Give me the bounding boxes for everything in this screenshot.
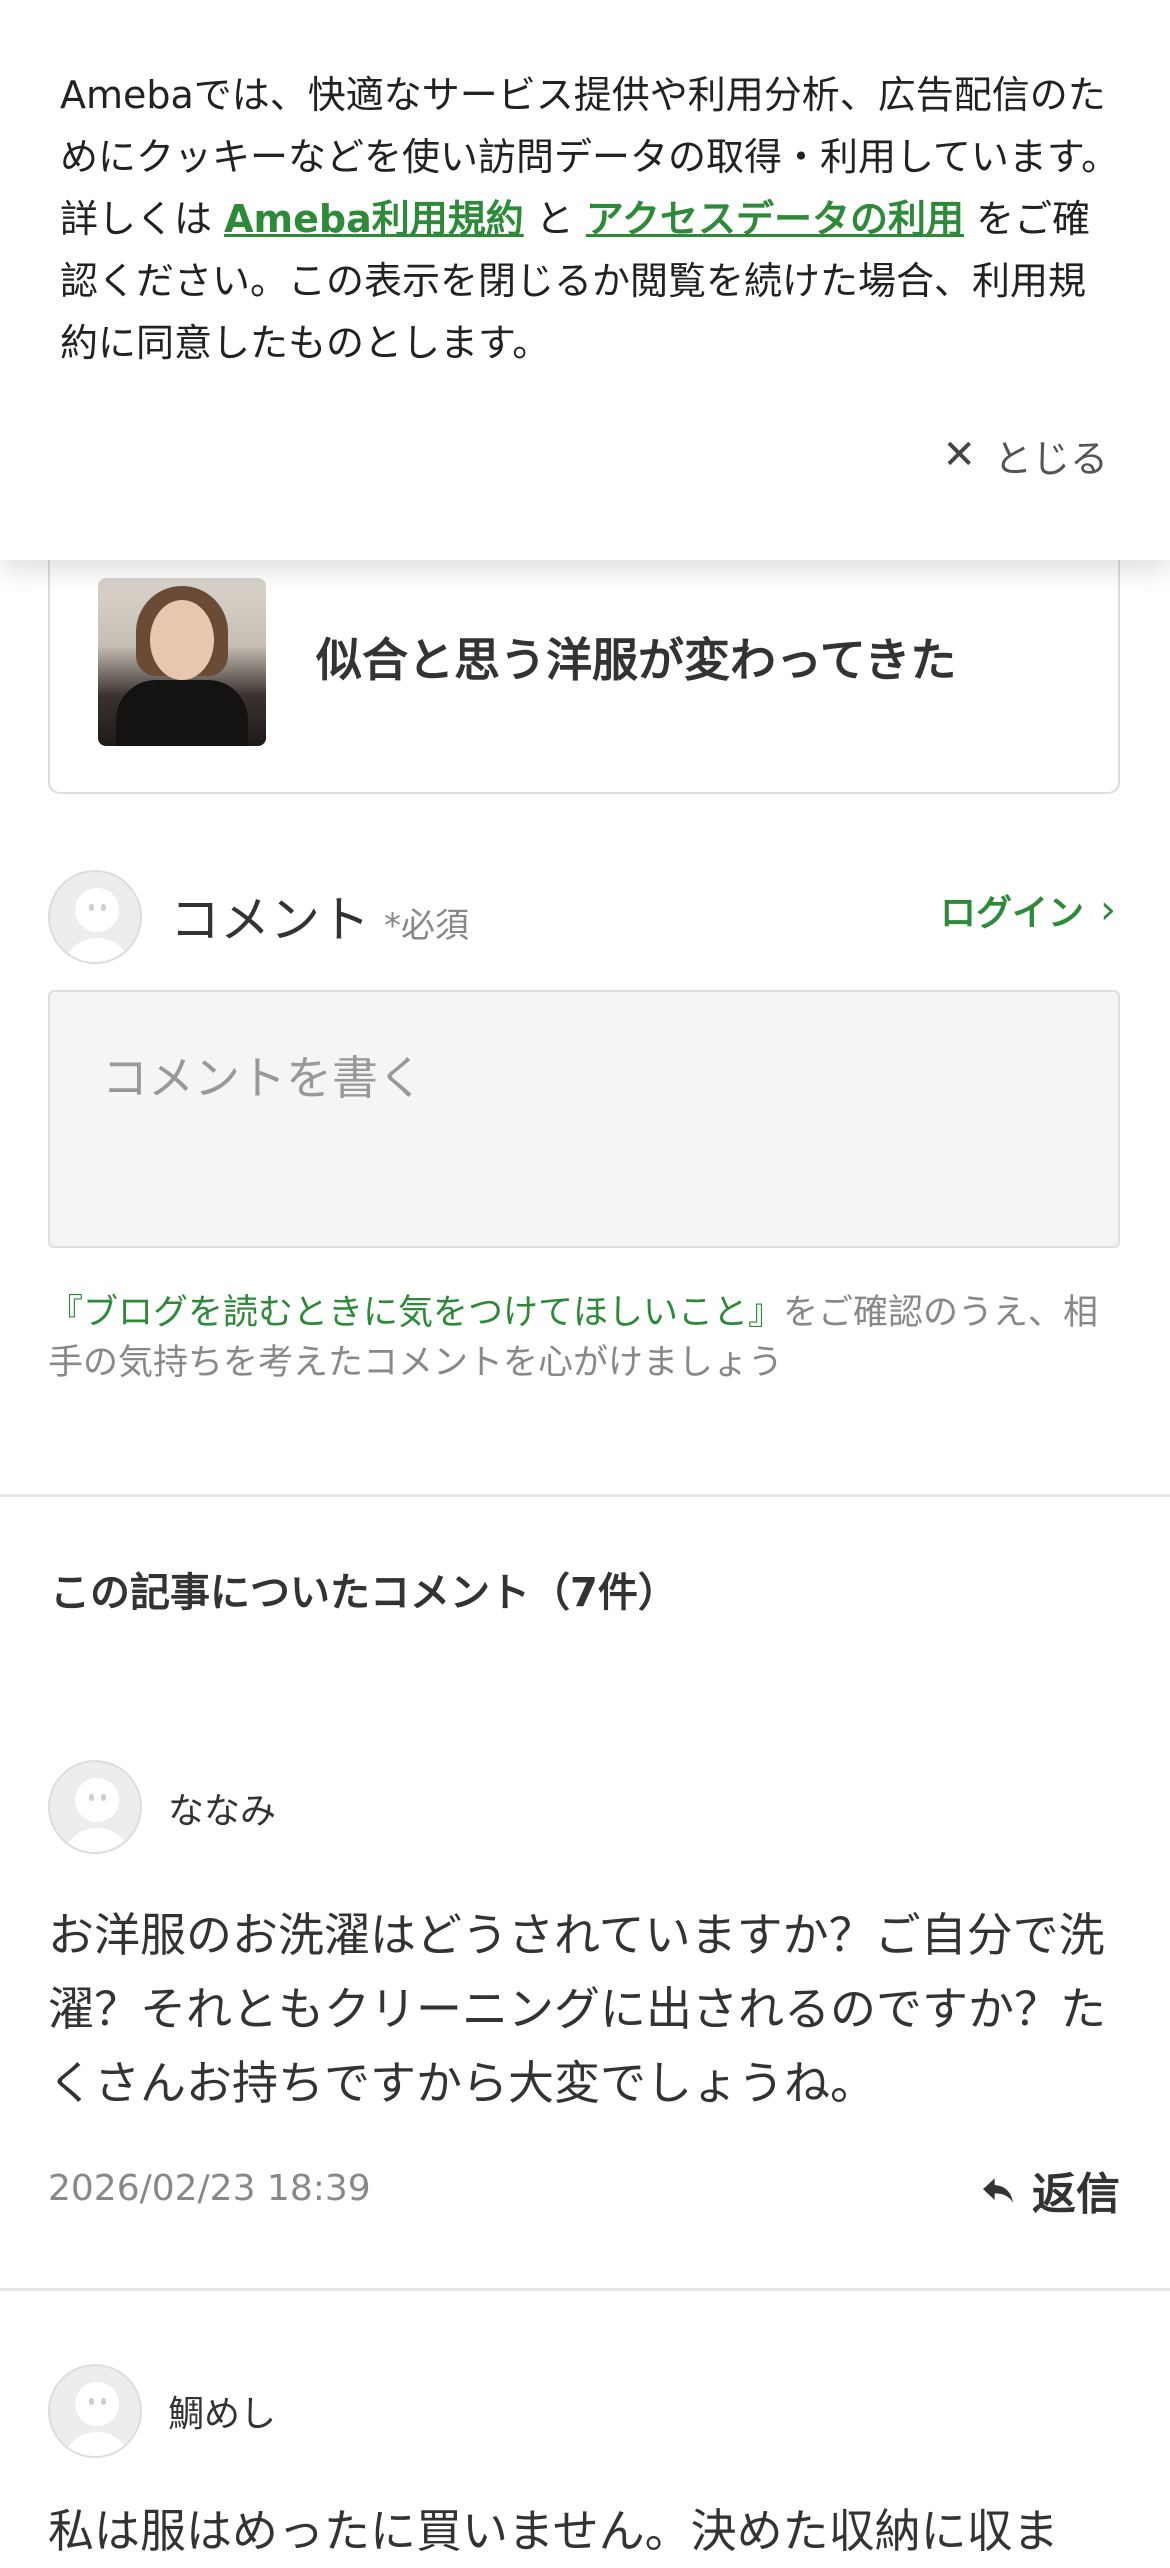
commenter-name[interactable]: ななみ	[168, 1782, 276, 1834]
guideline-link[interactable]: 『ブログを読むときに気をつけてほしいこと』	[48, 1293, 783, 1333]
access-data-link[interactable]: アクセスデータの利用	[586, 197, 964, 241]
reply-label: 返信	[1032, 2169, 1120, 2220]
close-icon: ✕	[942, 432, 976, 478]
cookie-text-2: と	[523, 197, 586, 241]
section-divider	[0, 1494, 1170, 1497]
comment-guideline-notice: 『ブログを読むときに気をつけてほしいこと』をご確認のうえ、相手の気持ちを考えたコ…	[48, 1288, 1128, 1388]
login-label: ログイン	[939, 893, 1084, 934]
close-button[interactable]: ✕ とじる	[942, 420, 1108, 490]
comments-section-title: この記事についたコメント（7件）	[50, 1570, 678, 1616]
comment-placeholder: コメントを書く	[102, 1051, 424, 1105]
comment-input[interactable]: コメントを書く	[48, 990, 1120, 1248]
terms-link[interactable]: Ameba利用規約	[224, 197, 524, 241]
comment-text: お洋服のお洗濯はどうされていますか？ご自分で洗濯？それともクリーニングに出される…	[48, 1908, 1106, 2110]
article-card[interactable]: 似合と思う洋服が変わってきた	[48, 540, 1120, 794]
user-avatar-icon	[48, 870, 142, 964]
article-thumbnail	[98, 578, 266, 746]
comment-divider	[0, 2288, 1170, 2291]
chevron-right-icon: ›	[1100, 887, 1116, 933]
cookie-banner: Amebaでは、快適なサービス提供や利用分析、広告配信のためにクッキーなどを使い…	[0, 0, 1170, 560]
close-label: とじる	[993, 436, 1108, 481]
comment-timestamp: 2026/02/23 18:39	[48, 2168, 371, 2209]
commenter-avatar-icon	[48, 1760, 142, 1854]
comment-text: 私は服はめったに買いません。決めた収納に収ま	[48, 2504, 1059, 2558]
commenter-avatar-icon	[48, 2364, 142, 2458]
required-badge: *必須	[384, 906, 469, 946]
reply-icon	[983, 2178, 1013, 2203]
cookie-notice-text: Amebaでは、快適なサービス提供や利用分析、広告配信のためにクッキーなどを使い…	[60, 64, 1120, 374]
article-title: 似合と思う洋服が変わってきた	[316, 633, 957, 687]
reply-button[interactable]: 返信	[978, 2158, 1120, 2222]
comment-label: コメント	[170, 891, 370, 949]
login-link[interactable]: ログイン ›	[940, 884, 1116, 936]
commenter-name[interactable]: 鯛めし	[168, 2385, 276, 2437]
